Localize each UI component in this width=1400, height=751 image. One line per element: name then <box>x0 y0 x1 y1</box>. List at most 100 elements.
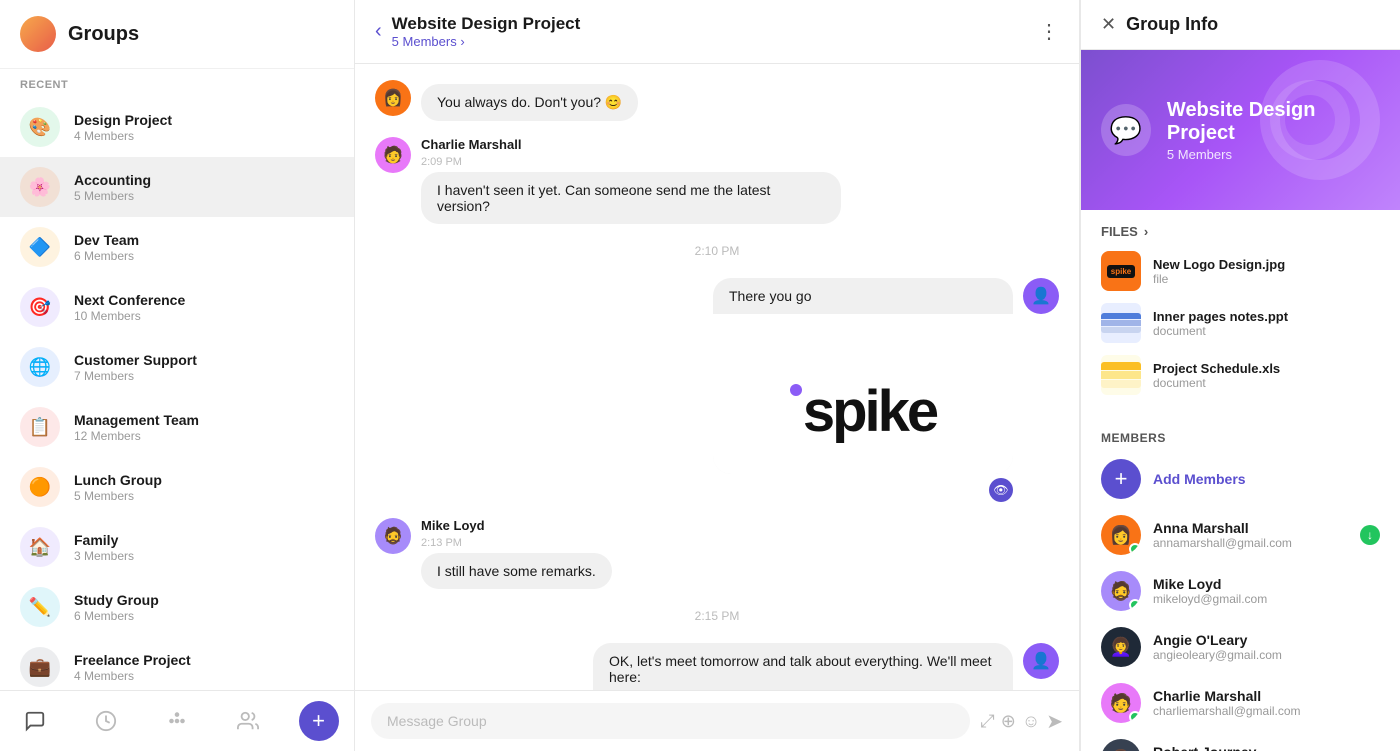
member-info: Robert Journey reobertjourney@gmail.com <box>1153 744 1380 751</box>
group-avatar: ✏️ <box>20 587 60 627</box>
sidebar-group-item[interactable]: 🎨 Design Project 4 Members <box>0 97 354 157</box>
group-members: 7 Members <box>74 369 334 383</box>
group-info: Next Conference 10 Members <box>74 292 334 323</box>
member-name: Mike Loyd <box>1153 576 1380 592</box>
message-text: I still have some remarks. <box>421 553 612 589</box>
files-chevron: › <box>1144 224 1148 239</box>
sidebar-group-item[interactable]: 🟠 Lunch Group 5 Members <box>0 457 354 517</box>
member-email: mikeloyd@gmail.com <box>1153 592 1380 606</box>
member-info: Anna Marshall annamarshall@gmail.com <box>1153 520 1348 550</box>
member-item[interactable]: 🧑 Charlie Marshall charliemarshall@gmail… <box>1081 675 1400 731</box>
input-icons: ⤢ ⊕ ☺ ➤ <box>980 709 1063 734</box>
group-info: Design Project 4 Members <box>74 112 334 143</box>
file-name: New Logo Design.jpg <box>1153 257 1380 272</box>
emoji-icon[interactable]: ☺ <box>1022 711 1040 732</box>
spike-logo-image: spike <box>713 314 1013 474</box>
bottom-nav: + <box>0 690 354 751</box>
user-avatar <box>20 16 56 52</box>
expand-icon[interactable]: ⤢ <box>980 711 994 732</box>
online-indicator <box>1129 543 1141 555</box>
file-item[interactable]: spike New Logo Design.jpg file <box>1101 251 1380 291</box>
message-row: 🧔 Mike Loyd 2:13 PM I still have some re… <box>375 518 1059 589</box>
contacts-nav-icon[interactable] <box>228 701 268 741</box>
member-email: charliemarshall@gmail.com <box>1153 704 1380 718</box>
add-members-button[interactable]: + Add Members <box>1081 451 1400 507</box>
chat-nav-icon[interactable] <box>15 701 55 741</box>
dots-nav-icon[interactable] <box>157 701 197 741</box>
file-item[interactable]: Inner pages notes.ppt document <box>1101 303 1380 343</box>
group-members: 3 Members <box>74 549 334 563</box>
file-item[interactable]: Project Schedule.xls document <box>1101 355 1380 395</box>
member-email: angieoleary@gmail.com <box>1153 648 1380 662</box>
file-type: document <box>1153 376 1380 390</box>
member-email: annamarshall@gmail.com <box>1153 536 1348 550</box>
add-button[interactable]: + <box>299 701 339 741</box>
message-read-receipt: 👁 <box>713 478 1013 502</box>
location-message-text: OK, let's meet tomorrow and talk about e… <box>593 643 1013 690</box>
message-text: You always do. Don't you? 😊 <box>421 84 638 121</box>
sidebar-group-item[interactable]: 🎯 Next Conference 10 Members <box>0 277 354 337</box>
message-bubble: OK, let's meet tomorrow and talk about e… <box>593 643 1013 690</box>
online-indicator <box>1129 599 1141 611</box>
groups-list: 🎨 Design Project 4 Members 🌸 Accounting … <box>0 97 354 690</box>
file-icon-xls <box>1101 355 1141 395</box>
group-members: 5 Members <box>74 189 334 203</box>
group-info: Study Group 6 Members <box>74 592 334 623</box>
group-info-panel: ✕ Group Info 💬 Website Design Project 5 … <box>1080 0 1400 751</box>
group-members: 12 Members <box>74 429 334 443</box>
group-avatar: 🟠 <box>20 467 60 507</box>
close-button[interactable]: ✕ <box>1101 14 1116 35</box>
member-item[interactable]: 👨 Robert Journey reobertjourney@gmail.co… <box>1081 731 1400 751</box>
sidebar-group-item[interactable]: 🔷 Dev Team 6 Members <box>0 217 354 277</box>
message-input[interactable]: Message Group <box>371 703 970 739</box>
group-avatar: 💼 <box>20 647 60 687</box>
file-type: file <box>1153 272 1380 286</box>
group-name: Family <box>74 532 334 548</box>
member-item[interactable]: 🧔 Mike Loyd mikeloyd@gmail.com <box>1081 563 1400 619</box>
location-card: OK, let's meet tomorrow and talk about e… <box>593 643 1013 690</box>
recent-label: RECENT <box>0 69 354 97</box>
message-bubble: There you go spike 👁 <box>713 278 1013 502</box>
group-info: Customer Support 7 Members <box>74 352 334 383</box>
sidebar-group-item[interactable]: 🌐 Customer Support 7 Members <box>0 337 354 397</box>
attach-icon[interactable]: ⊕ <box>1001 711 1016 732</box>
date-divider: 2:10 PM <box>375 244 1059 258</box>
add-icon: + <box>1101 459 1141 499</box>
chat-header: ‹ Website Design Project 5 Members › ⋮ <box>355 0 1079 64</box>
group-name: Next Conference <box>74 292 334 308</box>
chat-title: Website Design Project <box>392 14 1029 34</box>
message-row-me: 👤 There you go spike 👁 <box>375 278 1059 502</box>
group-avatar: 🎨 <box>20 107 60 147</box>
more-options-button[interactable]: ⋮ <box>1039 19 1059 44</box>
file-info: Inner pages notes.ppt document <box>1153 309 1380 338</box>
group-avatar: 🏠 <box>20 527 60 567</box>
member-info: Angie O'Leary angieoleary@gmail.com <box>1153 632 1380 662</box>
send-icon[interactable]: ➤ <box>1046 709 1063 734</box>
online-indicator <box>1129 711 1141 723</box>
back-button[interactable]: ‹ <box>375 20 382 43</box>
sidebar-group-item[interactable]: 💼 Freelance Project 4 Members <box>0 637 354 690</box>
message-row: 🧑 Charlie Marshall 2:09 PM I haven't see… <box>375 137 1059 224</box>
member-item[interactable]: 👩‍🦱 Angie O'Leary angieoleary@gmail.com <box>1081 619 1400 675</box>
clock-nav-icon[interactable] <box>86 701 126 741</box>
group-info: Accounting 5 Members <box>74 172 334 203</box>
sidebar-group-item[interactable]: 🌸 Accounting 5 Members <box>0 157 354 217</box>
member-info: Mike Loyd mikeloyd@gmail.com <box>1153 576 1380 606</box>
files-label: FILES <box>1101 224 1138 239</box>
member-item[interactable]: 👩 Anna Marshall annamarshall@gmail.com ↓ <box>1081 507 1400 563</box>
group-banner-text: Website Design Project 5 Members <box>1167 99 1380 162</box>
sidebar-group-item[interactable]: 🏠 Family 3 Members <box>0 517 354 577</box>
download-badge: ↓ <box>1360 525 1380 545</box>
chat-subtitle[interactable]: 5 Members › <box>392 34 1029 49</box>
group-members: 10 Members <box>74 309 334 323</box>
eye-icon: 👁 <box>989 478 1013 502</box>
files-section-header[interactable]: FILES › <box>1101 224 1380 239</box>
sidebar-group-item[interactable]: 📋 Management Team 12 Members <box>0 397 354 457</box>
info-panel-title: Group Info <box>1126 14 1218 35</box>
group-banner-icon: 💬 <box>1101 104 1151 156</box>
message-bubble: Mike Loyd 2:13 PM I still have some rema… <box>421 518 612 589</box>
sidebar-group-item[interactable]: ✏️ Study Group 6 Members <box>0 577 354 637</box>
sidebar-title: Groups <box>68 23 139 46</box>
file-info: Project Schedule.xls document <box>1153 361 1380 390</box>
file-name: Inner pages notes.ppt <box>1153 309 1380 324</box>
